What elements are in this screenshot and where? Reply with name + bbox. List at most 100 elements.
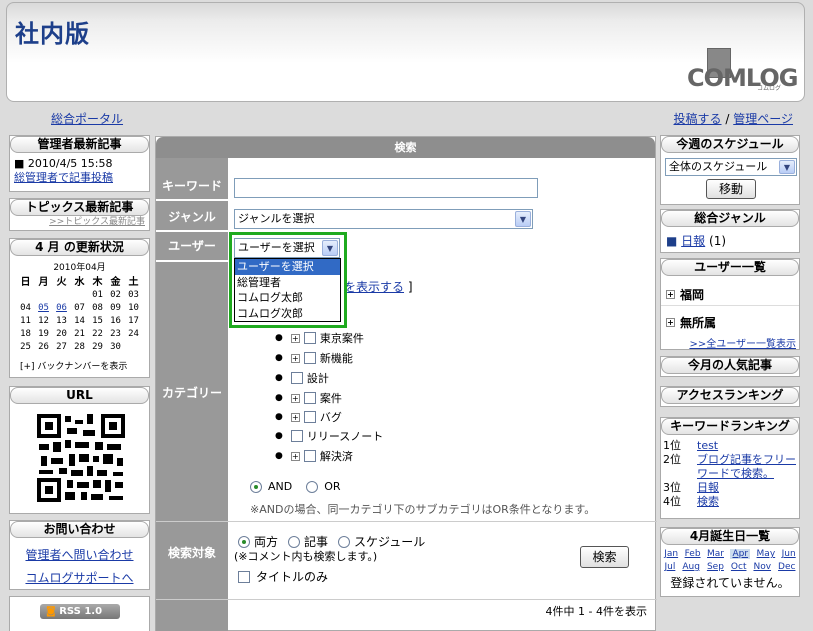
birthday-month-link[interactable]: Jun [782,549,796,559]
user-group-2[interactable]: + 無所属 [666,314,716,331]
and-radio[interactable] [250,480,262,493]
category-checkbox[interactable] [303,332,316,344]
category-label: 設計 [306,372,329,385]
calendar-day: 26 [38,341,49,352]
calendar-weekday: 月 [38,277,49,288]
calendar-day: 15 [92,315,103,326]
portal-link[interactable]: 総合ポータル [51,110,123,127]
admin-page-link[interactable]: 管理ページ [733,112,793,126]
keyword-input[interactable] [234,178,538,198]
birthday-month-link[interactable]: Aug [682,562,700,572]
backnumber-link[interactable]: [+] バックナンバーを表示 [20,359,149,372]
expand-icon[interactable]: + [290,393,300,403]
genre-box: 総合ジャンル ■ 日報 (1) [660,209,800,253]
category-checkbox[interactable] [290,372,303,384]
keyword-rank-item: 3位 日報 [663,481,797,495]
keyword-rank-link[interactable]: ブログ記事をフリーワードで検索。 [697,453,797,481]
category-item: ● リリースノート [275,428,383,444]
birthday-month-link[interactable]: Sep [707,562,724,572]
calendar-day-link[interactable]: 06 [56,303,67,313]
search-button[interactable]: 検索 [580,546,629,568]
category-label: 案件 [319,392,342,405]
calendar: 日月火水木金土 01 02 03 04 05 06 07 08 09 10 11 12 13 14 15 16… [17,273,143,353]
birthday-month-link[interactable]: Jan [664,549,678,559]
category-checkbox[interactable] [303,392,316,404]
rss-icon: ◙ [46,606,56,617]
genre-select[interactable]: ジャンルを選択 ▼ [234,209,533,229]
all-users-link[interactable]: >>全ユーザー一覧表示 [689,339,796,350]
genre-item-link[interactable]: 日報 [681,234,705,248]
keyword-rank-link[interactable]: 日報 [697,481,719,495]
popular-title: 今月の人気記事 [661,357,799,374]
category-checkbox[interactable] [290,430,303,442]
and-label: AND [268,480,293,493]
rss-box: ◙ RSS 1.0 [9,596,150,631]
birthday-month-link[interactable]: May [757,549,776,559]
category-label: カテゴリー [161,386,222,400]
birthday-month-link[interactable]: Oct [731,562,747,572]
calendar-day: 09 [110,302,121,313]
calendar-week: 11 12 13 14 15 16 17 [17,314,143,327]
expand-icon[interactable]: + [290,451,300,461]
keyword-rank-link[interactable]: test [697,439,718,453]
bullet-icon: ● [275,393,283,403]
post-link[interactable]: 投稿する [674,112,722,126]
birthday-month-link[interactable]: Jul [665,562,676,572]
schedule-move-button[interactable]: 移動 [706,179,756,199]
target-schedule-radio[interactable] [338,535,351,548]
expand-icon[interactable]: + [290,333,300,343]
genre-select-value: ジャンルを選択 [238,212,315,225]
user-group-1[interactable]: + 福岡 [666,286,704,303]
birthday-box: 4月誕生日一覧 Jan Feb Mar Apr May Jun Jul Aug Sep Oct N… [660,527,800,597]
rss-button[interactable]: ◙ RSS 1.0 [40,604,120,619]
update-status-title: 4 月 の更新状況 [10,239,149,256]
expand-icon: + [666,290,675,299]
contact-support-link[interactable]: コムログサポートへ [25,571,133,585]
birthday-month-link[interactable]: Dec [778,562,795,572]
admin-articles-title: 管理者最新記事 [10,136,149,153]
calendar-weekday: 金 [110,277,121,288]
nav-separator: / [725,112,730,126]
target-both-radio[interactable] [238,535,250,548]
expand-icon[interactable]: + [290,412,300,422]
category-checkbox[interactable] [303,450,316,462]
search-panel-title: 検索 [156,137,655,158]
calendar-day: 22 [92,328,103,339]
genre-item-count: (1) [709,234,727,248]
keyword-label: キーワード [156,172,228,201]
birthday-month-link[interactable]: Apr [730,549,751,559]
birthday-month-link[interactable]: Feb [685,549,701,559]
bullet-icon: ● [275,451,283,461]
calendar-day[interactable]: 06 [53,301,71,314]
title-only-checkbox[interactable] [238,570,250,583]
admin-article-date: ■ 2010/4/5 15:58 [14,157,113,170]
target-note: (※コメント内も検索します。) [234,550,378,563]
category-label: リリースノート [306,430,384,443]
birthday-month-link[interactable]: Mar [707,549,724,559]
bullet-icon: ● [275,333,283,343]
birthday-month-link[interactable]: Nov [753,562,771,572]
topics-title: トピックス最新記事 [10,199,149,216]
calendar-day-link[interactable]: 05 [38,303,49,313]
category-show-link[interactable]: を表示する [344,280,404,294]
target-article-radio[interactable] [288,535,301,548]
search-panel: 検索 キーワード ジャンル ジャンルを選択 ▼ ユーザー ユーザーを選択 ▼ カ… [155,136,657,631]
calendar-day: 21 [74,328,85,339]
admin-article-link[interactable]: 総管理者で記事投稿 [14,171,113,184]
category-item: ● 設計 [275,370,329,386]
contact-admin-link[interactable]: 管理者へ問い合わせ [25,548,133,562]
rss-label: RSS 1.0 [59,606,103,617]
topics-link[interactable]: >>トピックス最新記事 [49,217,145,227]
calendar-weekday: 土 [128,277,139,288]
user-label: ユーザー [156,233,228,262]
or-radio[interactable] [306,480,319,493]
schedule-select[interactable]: 全体のスケジュール ▼ [665,158,797,176]
expand-icon[interactable]: + [290,353,300,363]
calendar-month: 2010年04月 [53,263,106,273]
category-label: 解決済 [319,450,353,463]
target-label: 検索対象 [167,546,216,560]
category-checkbox[interactable] [303,411,316,423]
keyword-rank-link[interactable]: 検索 [697,495,719,509]
calendar-day[interactable]: 05 [35,301,53,314]
category-checkbox[interactable] [303,352,316,364]
